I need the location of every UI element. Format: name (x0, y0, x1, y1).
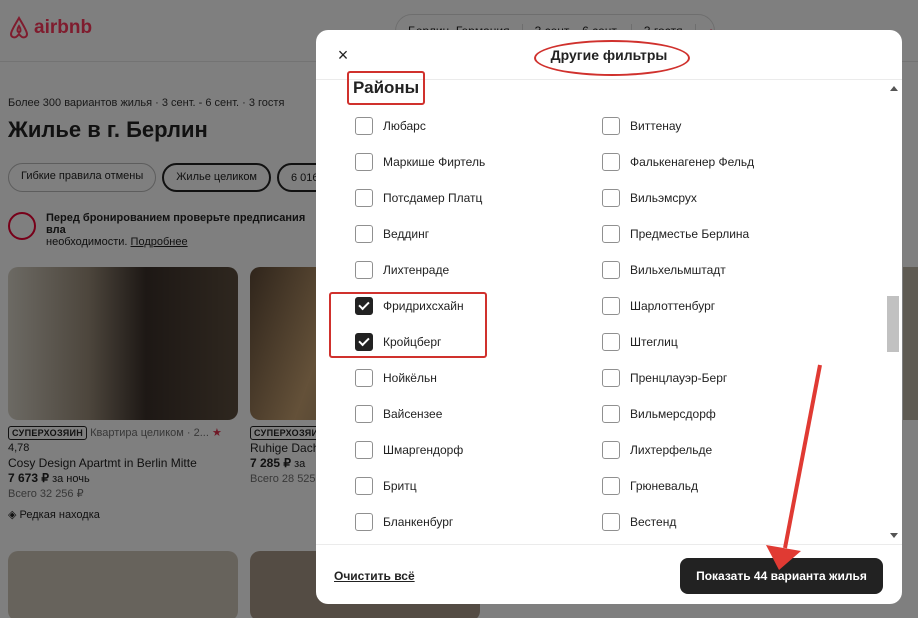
district-option[interactable]: Лихтерфельде (602, 441, 712, 459)
district-option[interactable]: Бланкенбург (355, 513, 453, 531)
district-label: Вильэмсрух (630, 191, 697, 205)
district-option[interactable]: Фалькенагенер Фельд (602, 153, 754, 171)
district-label: Веддинг (383, 227, 430, 241)
district-checkbox[interactable] (355, 225, 373, 243)
district-label: Любарс (383, 119, 426, 133)
district-checkbox[interactable] (355, 261, 373, 279)
district-checkbox[interactable] (602, 513, 620, 531)
district-option[interactable]: Вестенд (602, 513, 676, 531)
district-checkbox[interactable] (355, 477, 373, 495)
district-label: Бланкенбург (383, 515, 454, 529)
district-label: Нойкёльн (383, 371, 437, 385)
district-checkbox[interactable] (602, 333, 620, 351)
district-checkbox[interactable] (355, 441, 373, 459)
show-results-button[interactable]: Показать 44 варианта жилья (680, 558, 883, 594)
district-label: Маркише Фиртель (383, 155, 486, 169)
district-label: Лихтерфельде (630, 443, 713, 457)
district-checkbox[interactable] (602, 441, 620, 459)
district-checkbox[interactable] (602, 117, 620, 135)
district-option[interactable]: Виттенау (602, 117, 681, 135)
district-checkbox[interactable] (602, 297, 620, 315)
district-option[interactable]: Бритц (355, 477, 417, 495)
annotation-box (329, 292, 487, 358)
district-checkbox[interactable] (602, 369, 620, 387)
district-checkbox[interactable] (602, 405, 620, 423)
district-option[interactable]: Лихтенраде (355, 261, 449, 279)
district-label: Лихтенраде (383, 263, 450, 277)
page: airbnb Берлин, Германия 3 сент. - 6 сент… (0, 0, 918, 618)
district-option[interactable]: Любарс (355, 117, 426, 135)
district-option[interactable]: Шарлоттенбург (602, 297, 715, 315)
district-checkbox[interactable] (602, 153, 620, 171)
district-option[interactable]: Грюневальд (602, 477, 698, 495)
district-checkbox[interactable] (602, 189, 620, 207)
district-label: Предместье Берлина (630, 227, 750, 241)
scroll-up-icon[interactable] (890, 86, 898, 91)
clear-all-link[interactable]: Очистить всё (334, 569, 415, 583)
district-option[interactable]: Веддинг (355, 225, 429, 243)
district-label: Вильхельмштадт (630, 263, 726, 277)
district-label: Потсдамер Платц (383, 191, 483, 205)
district-option[interactable]: Вильэмсрух (602, 189, 697, 207)
scroll-down-icon[interactable] (890, 533, 898, 538)
district-checkbox[interactable] (355, 369, 373, 387)
district-option[interactable]: Вильмерсдорф (602, 405, 716, 423)
district-option[interactable]: Шмаргендорф (355, 441, 463, 459)
district-label: Фалькенагенер Фельд (630, 155, 755, 169)
modal-footer: Очистить всё Показать 44 варианта жилья (316, 544, 902, 604)
district-checkbox[interactable] (602, 261, 620, 279)
scrollbar[interactable] (885, 80, 902, 544)
district-option[interactable]: Маркише Фиртель (355, 153, 485, 171)
district-option[interactable]: Потсдамер Платц (355, 189, 482, 207)
filters-modal: × Другие фильтры Районы Любарс Маркише Фи… (316, 30, 902, 604)
district-label: Штеглиц (630, 335, 678, 349)
district-label: Виттенау (630, 119, 682, 133)
district-checkbox[interactable] (355, 189, 373, 207)
annotation-oval (534, 40, 690, 76)
annotation-box (347, 71, 425, 105)
district-checkbox[interactable] (355, 153, 373, 171)
district-checkbox[interactable] (602, 225, 620, 243)
district-checkbox[interactable] (355, 513, 373, 531)
district-option[interactable]: Предместье Берлина (602, 225, 749, 243)
district-label: Пренцлауэр-Берг (630, 371, 728, 385)
district-label: Грюневальд (630, 479, 698, 493)
district-option[interactable]: Нойкёльн (355, 369, 437, 387)
district-label: Шарлоттенбург (630, 299, 716, 313)
district-label: Бритц (383, 479, 417, 493)
district-option[interactable]: Пренцлауэр-Берг (602, 369, 727, 387)
district-checkbox[interactable] (355, 405, 373, 423)
district-checkbox[interactable] (355, 117, 373, 135)
district-label: Вестенд (630, 515, 677, 529)
scrollbar-thumb[interactable] (887, 296, 899, 352)
district-option[interactable]: Вильхельмштадт (602, 261, 726, 279)
district-label: Вайсензее (383, 407, 443, 421)
district-option[interactable]: Вайсензее (355, 405, 442, 423)
district-label: Вильмерсдорф (630, 407, 716, 421)
district-option[interactable]: Штеглиц (602, 333, 678, 351)
district-checkbox[interactable] (602, 477, 620, 495)
district-label: Шмаргендорф (383, 443, 464, 457)
